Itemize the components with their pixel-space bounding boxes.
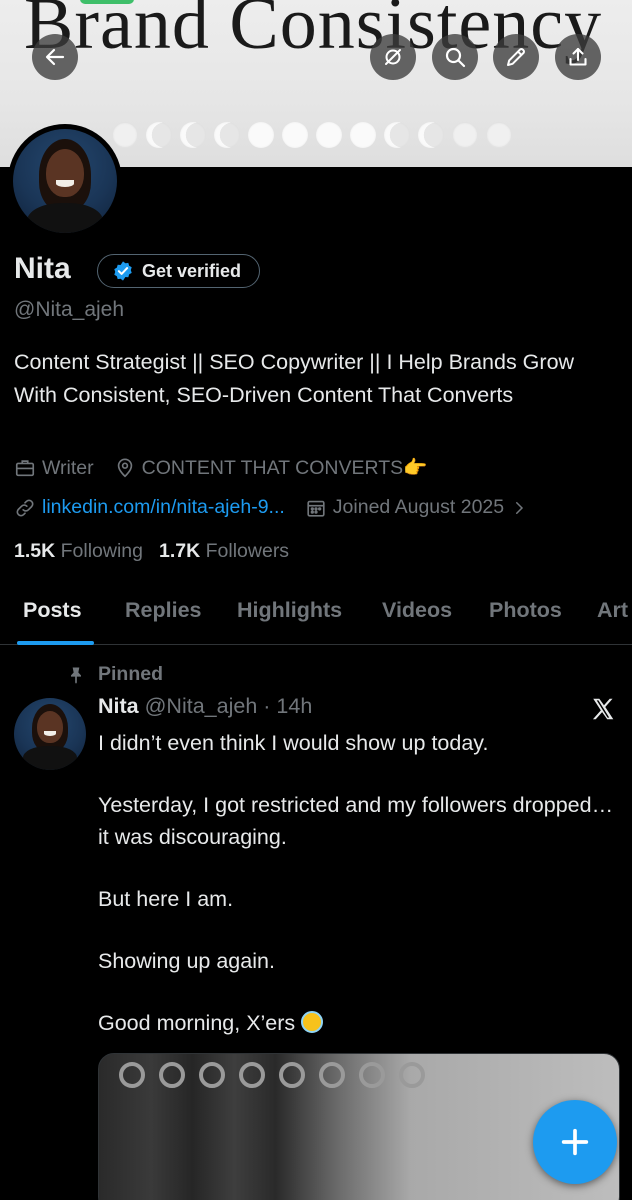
arrow-left-icon xyxy=(45,48,65,66)
verified-badge-icon xyxy=(114,261,132,281)
follow-stats: 1.5K Following 1.7K Followers xyxy=(14,540,289,563)
following-count: 1.5K xyxy=(14,540,56,562)
get-verified-button[interactable]: Get verified xyxy=(97,254,261,288)
calendar-icon xyxy=(307,500,325,517)
share-button[interactable] xyxy=(555,34,601,80)
profile-name: Nita xyxy=(14,252,71,285)
profile-meta-row-2: linkedin.com/in/nita-ajeh-9... Joined Au… xyxy=(14,496,548,519)
post-paragraph: I didn’t even think I would show up toda… xyxy=(98,731,489,755)
pinned-label: Pinned xyxy=(98,663,164,685)
following-label: Following xyxy=(60,540,143,562)
back-button[interactable] xyxy=(32,34,78,80)
get-verified-label: Get verified xyxy=(142,260,242,281)
post-author-name[interactable]: Nita xyxy=(98,694,139,718)
post-paragraph: Yesterday, I got restricted and my follo… xyxy=(98,793,614,849)
chevron-right-icon xyxy=(516,501,524,514)
no-bell-icon xyxy=(385,49,401,65)
mute-button[interactable] xyxy=(370,34,416,80)
search-icon xyxy=(445,47,466,68)
pin-icon xyxy=(71,667,81,684)
tab-photos[interactable]: Photos xyxy=(489,598,562,623)
profile-avatar[interactable] xyxy=(8,124,122,238)
location-item: CONTENT THAT CONVERTS👉 xyxy=(114,456,428,480)
profile-tabs: Posts Replies Highlights Videos Photos A… xyxy=(0,578,632,645)
post-author-handle[interactable]: @Nita_ajeh xyxy=(145,694,258,718)
location-pin-icon xyxy=(117,458,132,478)
compose-post-button[interactable] xyxy=(533,1100,617,1184)
profile-handle: @Nita_ajeh xyxy=(14,298,125,321)
post-author-avatar[interactable] xyxy=(14,698,86,770)
briefcase-icon xyxy=(15,460,35,477)
tab-posts[interactable]: Posts xyxy=(23,598,82,623)
tab-replies[interactable]: Replies xyxy=(125,598,201,623)
curtain-rings-graphic xyxy=(119,1062,425,1088)
followers-stat[interactable]: 1.7K Followers xyxy=(159,540,289,563)
location-text: CONTENT THAT CONVERTS👉 xyxy=(141,457,428,479)
profile-meta-row-1: Writer CONTENT THAT CONVERTS👉 xyxy=(14,456,447,480)
website-link[interactable]: linkedin.com/in/nita-ajeh-9... xyxy=(42,496,285,519)
post-last-paragraph: Good morning, X’ers xyxy=(98,1007,618,1039)
tab-videos[interactable]: Videos xyxy=(382,598,452,623)
active-tab-indicator xyxy=(17,641,94,645)
following-stat[interactable]: 1.5K Following xyxy=(14,540,143,563)
search-button[interactable] xyxy=(432,34,478,80)
website-item[interactable]: linkedin.com/in/nita-ajeh-9... xyxy=(14,496,285,519)
pencil-icon xyxy=(507,48,525,66)
post-header: Nita @Nita_ajeh · 14h xyxy=(98,694,312,719)
profile-bio: Content Strategist || SEO Copywriter || … xyxy=(14,350,575,407)
post-text: I didn’t even think I would show up toda… xyxy=(98,727,618,1039)
moon-phases-graphic xyxy=(112,122,512,148)
tab-highlights[interactable]: Highlights xyxy=(237,598,342,623)
post-time[interactable]: 14h xyxy=(276,694,312,718)
x-logo-icon xyxy=(592,698,614,720)
tab-articles[interactable]: Art xyxy=(597,598,628,623)
joined-text: Joined August 2025 xyxy=(332,496,505,518)
post-paragraph: Good morning, X’ers xyxy=(98,1011,296,1035)
edit-button[interactable] xyxy=(493,34,539,80)
followers-count: 1.7K xyxy=(159,540,201,562)
post-paragraph: But here I am. xyxy=(98,887,234,911)
smiling-halo-emoji-icon xyxy=(301,1011,324,1033)
post-separator: · xyxy=(263,694,271,718)
pinned-indicator: Pinned xyxy=(66,663,163,686)
joined-item[interactable]: Joined August 2025 xyxy=(305,496,528,519)
link-icon xyxy=(16,499,34,516)
profession-text: Writer xyxy=(42,456,94,479)
followers-label: Followers xyxy=(205,540,290,562)
share-icon xyxy=(569,47,587,66)
plus-icon xyxy=(561,1128,589,1156)
post-paragraph: Showing up again. xyxy=(98,949,275,973)
profession-item: Writer xyxy=(14,457,94,480)
